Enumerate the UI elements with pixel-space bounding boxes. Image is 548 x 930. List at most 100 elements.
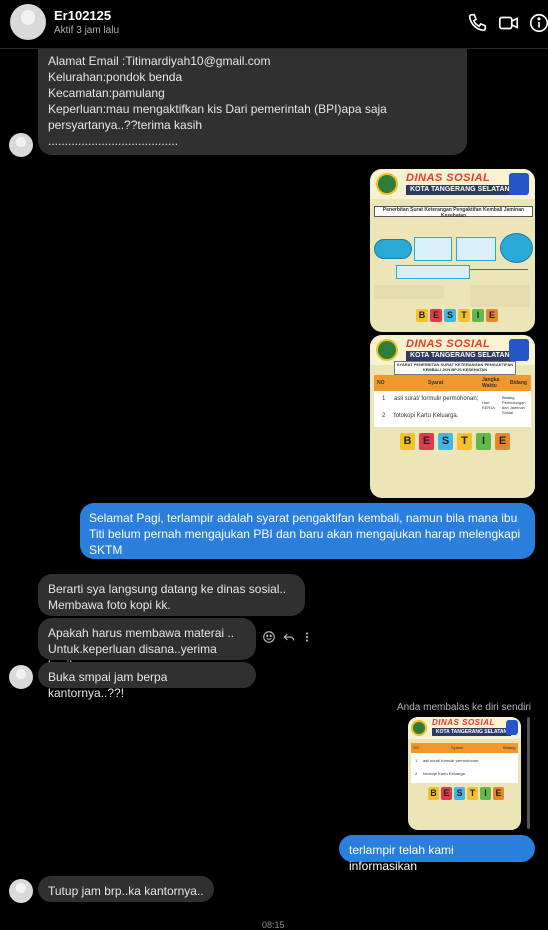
table-header — [411, 743, 518, 753]
info-icon[interactable] — [528, 12, 548, 34]
reply-indicator-bar — [527, 717, 530, 829]
flow-step — [500, 233, 533, 263]
col-waktu: Jangka Waktu — [482, 377, 500, 389]
image-attachment-quoted[interactable]: DINAS SOSIAL KOTA TANGERANG SELATAN NO S… — [408, 717, 521, 830]
col-no: NO — [377, 380, 385, 386]
city-logo-icon — [376, 173, 398, 195]
message-line: Kecamatan:pamulang — [48, 86, 165, 100]
poster-subtitle: KOTA TANGERANG SELATAN — [432, 728, 512, 736]
col-syarat: Syarat — [451, 745, 463, 750]
flow-step — [414, 237, 452, 261]
waktu-value: Hari KERJA — [482, 400, 495, 410]
col-bidang: Bidang — [510, 380, 527, 386]
requirement-row: fotokopi Kartu Keluarga. — [394, 413, 459, 419]
disability-logo-icon — [509, 339, 529, 361]
row-no: 1 — [415, 758, 418, 763]
phone-icon[interactable] — [466, 12, 488, 34]
message-incoming-5[interactable]: Tutup jam brp..ka kantornya.. — [38, 876, 214, 902]
col-bidang: Bidang — [503, 745, 516, 750]
bestie-letter: S — [444, 309, 456, 322]
requirements-title: SYARAT PENERBITAN SURAT KETERANGAN PENGA… — [394, 361, 516, 375]
bestie-letter: E — [493, 787, 504, 800]
bestie-letter: I — [476, 433, 491, 450]
message-incoming-2[interactable]: Berarti sya langsung datang ke dinas sos… — [38, 574, 305, 616]
bestie-letter: E — [430, 309, 442, 322]
requirement-row: asli surat/ formulir permohonan; — [423, 758, 480, 763]
bestie-logo: B E S T I E — [400, 433, 510, 450]
message-line: Apakah harus membawa materai .. — [48, 626, 235, 640]
emoji-icon[interactable] — [262, 630, 276, 644]
message-line: Keperluan:mau mengaktifkan kis Dari peme… — [48, 102, 387, 116]
sender-avatar[interactable] — [9, 133, 33, 157]
reply-label: Anda membalas ke diri sendiri — [397, 702, 531, 713]
bestie-logo: B E S T I E — [428, 787, 504, 800]
requirement-row: fotokopi Kartu Keluarga. — [423, 771, 466, 776]
disability-logo-icon — [509, 173, 529, 195]
bestie-letter: I — [472, 309, 484, 322]
bestie-letter: S — [454, 787, 465, 800]
timestamp: 08:15 — [262, 920, 285, 930]
bidang-value: Bidang Perlindungan dan Jaminan Sosial — [502, 395, 526, 415]
sender-avatar[interactable] — [9, 665, 33, 689]
video-icon[interactable] — [498, 12, 520, 34]
disability-logo-icon — [506, 720, 518, 735]
message-outgoing-2[interactable]: terlampir telah kami informasikan — [339, 835, 535, 873]
flow-title: Penerbitan Surat Keterangan Pengaktifan … — [374, 206, 533, 219]
chat-header: Er102125 Aktif 3 jam lalu — [0, 0, 548, 49]
bestie-letter: E — [441, 787, 452, 800]
bestie-letter: B — [416, 309, 428, 322]
bestie-letter: B — [428, 787, 439, 800]
flow-arrow — [470, 269, 528, 270]
contact-avatar[interactable] — [10, 4, 46, 40]
col-syarat: Syarat — [428, 380, 444, 386]
flow-step — [456, 237, 496, 261]
bestie-letter: E — [495, 433, 510, 450]
flow-step — [374, 239, 412, 259]
reply-icon[interactable] — [282, 630, 296, 644]
row-no: 2 — [415, 771, 418, 776]
message-incoming-4[interactable]: Buka smpai jam berpa kantornya..??! — [38, 662, 256, 700]
bestie-letter: I — [480, 787, 491, 800]
poster-title: DINAS SOSIAL — [406, 172, 491, 184]
message-line: Kelurahan:pondok benda — [48, 70, 183, 84]
image-attachment-flow[interactable]: DINAS SOSIAL KOTA TANGERANG SELATAN Pene… — [370, 169, 535, 332]
more-icon[interactable] — [303, 630, 311, 644]
message-incoming-1[interactable]: Alamat Email :Titimardiyah10@gmail.com K… — [38, 38, 467, 155]
poster-title: DINAS SOSIAL — [432, 718, 495, 727]
message-line: persyartanya..??terima kasih — [48, 118, 203, 132]
flow-note — [374, 285, 444, 299]
city-logo-icon — [376, 339, 398, 361]
bestie-letter: T — [458, 309, 470, 322]
poster-subtitle: KOTA TANGERANG SELATAN — [406, 351, 514, 361]
flow-step — [396, 265, 470, 279]
poster-title: DINAS SOSIAL — [406, 338, 491, 350]
message-line: Alamat Email :Titimardiyah10@gmail.com — [48, 54, 271, 68]
message-outgoing-1[interactable]: Selamat Pagi, terlampir adalah syarat pe… — [80, 503, 535, 559]
message-incoming-3[interactable]: Apakah harus membawa materai .. Untuk.ke… — [38, 618, 256, 672]
contact-status: Aktif 3 jam lalu — [54, 25, 120, 36]
bestie-letter: E — [419, 433, 434, 450]
row-no: 2 — [382, 413, 386, 419]
contact-list — [470, 285, 530, 307]
bestie-logo: B E S T I E — [416, 309, 498, 322]
bestie-letter: T — [457, 433, 472, 450]
bestie-letter: B — [400, 433, 415, 450]
contact-name[interactable]: Er102125 — [54, 8, 111, 23]
sender-avatar[interactable] — [9, 879, 33, 903]
message-line: Berarti sya langsung datang ke dinas sos… — [48, 582, 287, 596]
requirements-table: NO Syarat Bidang 1 asli surat/ formulir … — [411, 743, 518, 783]
poster-header: DINAS SOSIAL KOTA TANGERANG SELATAN — [408, 717, 521, 739]
city-logo-icon — [411, 720, 427, 736]
image-attachment-requirements[interactable]: DINAS SOSIAL KOTA TANGERANG SELATAN SYAR… — [370, 335, 535, 498]
poster-header: DINAS SOSIAL KOTA TANGERANG SELATAN — [370, 169, 535, 199]
requirement-row: asli surat/ formulir permohonan; — [394, 396, 479, 402]
bestie-letter: E — [486, 309, 498, 322]
message-line: ....................................... — [48, 134, 179, 148]
col-no: NO — [413, 745, 419, 750]
message-line: Membawa foto kopi kk. — [48, 598, 171, 612]
bestie-letter: T — [467, 787, 478, 800]
bestie-letter: S — [438, 433, 453, 450]
requirements-table: NO Syarat Jangka Waktu Bidang 1 asli sur… — [374, 375, 531, 427]
row-no: 1 — [382, 396, 386, 402]
table-header — [374, 375, 531, 391]
